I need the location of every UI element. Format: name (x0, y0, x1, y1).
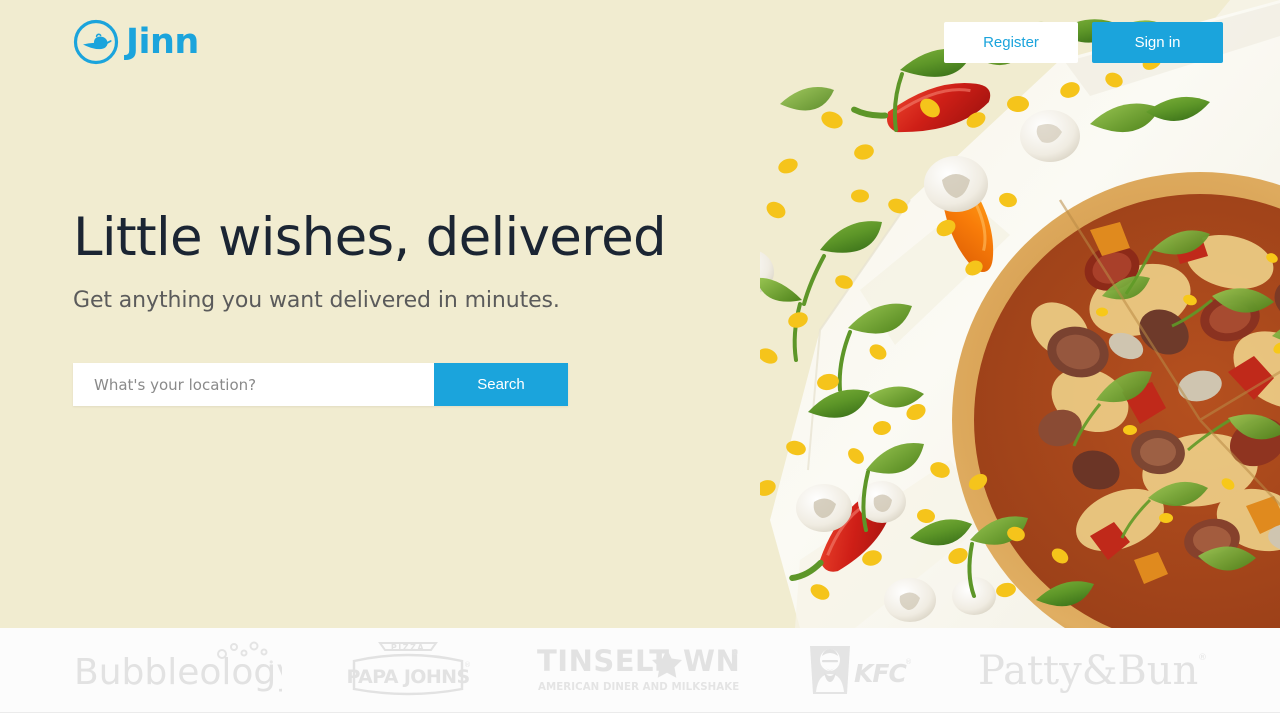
svg-text:PAPA JOHNS: PAPA JOHNS (346, 666, 469, 688)
page-title: Little wishes, delivered (73, 207, 667, 268)
hero-section: Little wishes, delivered Get anything yo… (0, 0, 1280, 628)
svg-text:Bubbleology: Bubbleology (74, 652, 282, 693)
location-search-form: Search (73, 363, 568, 406)
partner-logo-tinseltown[interactable]: TINSELT WN ® AMERICAN DINER AND MILKSHAK… (535, 639, 740, 701)
signin-button[interactable]: Sign in (1092, 22, 1223, 63)
partner-logo-strip: Bubbleology • PIZZA PAPA JOHNS ® TINSELT… (0, 628, 1280, 712)
hero-copy: Little wishes, delivered Get anything yo… (73, 208, 713, 315)
svg-text:KFC: KFC (854, 659, 907, 688)
page-bottom-spacer (0, 713, 1280, 720)
svg-text:®: ® (731, 648, 739, 657)
search-input[interactable] (73, 363, 434, 406)
svg-text:®: ® (1198, 653, 1207, 663)
svg-text:•: • (268, 656, 275, 669)
partner-logo-patty-and-bun[interactable]: Patty&Bun ® (976, 639, 1208, 701)
svg-text:®: ® (464, 661, 471, 669)
svg-text:Patty&Bun: Patty&Bun (978, 648, 1198, 694)
landing-page: Little wishes, delivered Get anything yo… (0, 0, 1280, 720)
site-header: Jinn Register Sign in (0, 0, 1280, 86)
brand-name: Jinn (126, 21, 199, 62)
hero-food-photo (760, 0, 1280, 628)
search-button[interactable]: Search (434, 363, 568, 406)
hero-subtitle: Get anything you want delivered in minut… (73, 288, 560, 314)
genie-lamp-icon (73, 19, 119, 65)
svg-text:TINSELT: TINSELT (537, 644, 670, 678)
partner-logo-papa-johns[interactable]: PIZZA PAPA JOHNS ® (346, 639, 471, 701)
auth-buttons: Register Sign in (944, 22, 1223, 63)
register-button[interactable]: Register (944, 22, 1078, 63)
brand-logo-link[interactable]: Jinn (73, 18, 199, 66)
svg-text:AMERICAN DINER AND MILKSHAKE B: AMERICAN DINER AND MILKSHAKE BAR (538, 682, 740, 693)
svg-text:PIZZA: PIZZA (391, 643, 425, 652)
partner-logo-kfc[interactable]: KFC ® (804, 639, 912, 701)
partner-logo-bubbleology[interactable]: Bubbleology • (72, 639, 282, 701)
svg-text:®: ® (905, 658, 912, 666)
